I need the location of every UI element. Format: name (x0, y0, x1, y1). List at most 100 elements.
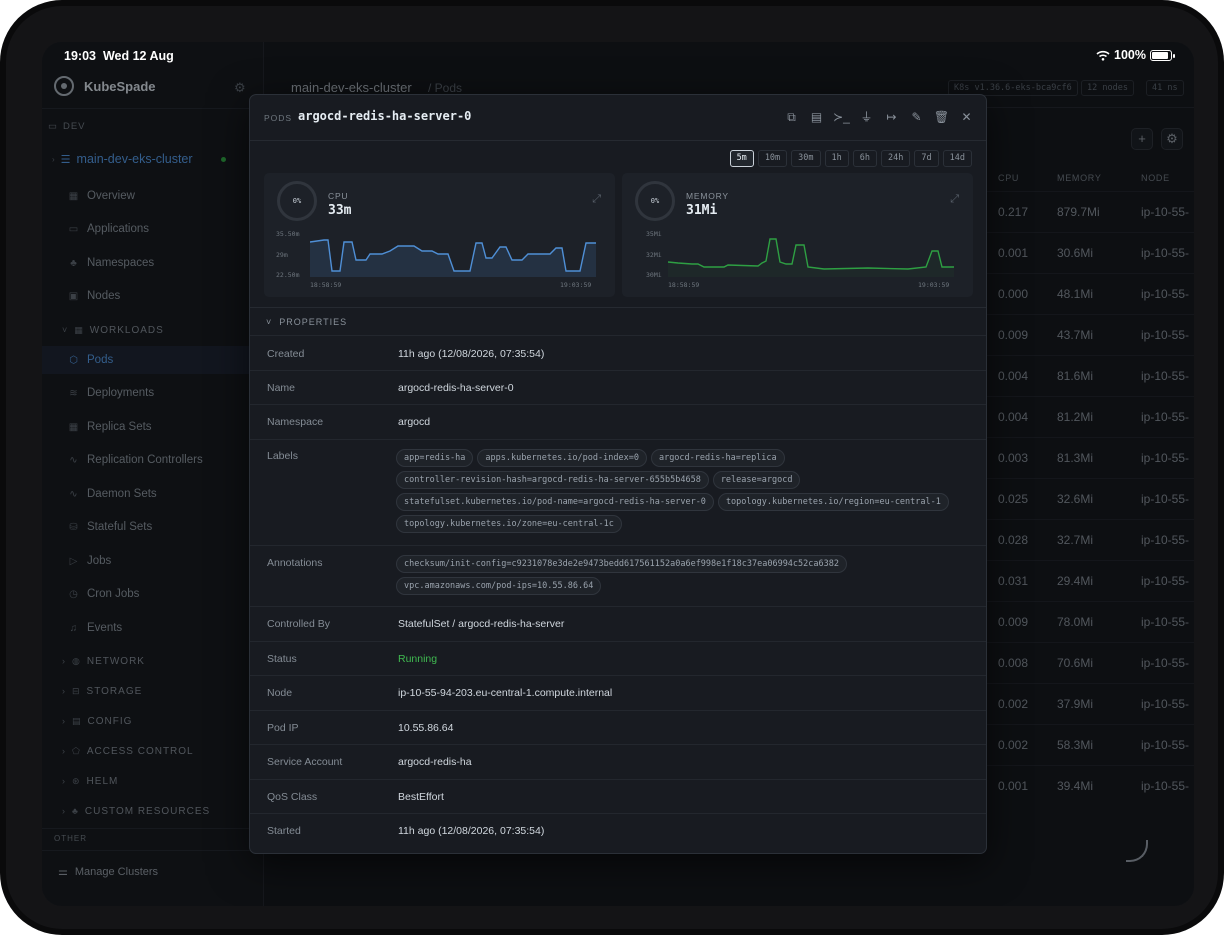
pod-title: argocd-redis-ha-server-0 (298, 109, 472, 123)
chevron-down-icon: ˅ (266, 317, 273, 327)
prop-value: argocd-redis-ha-server-0 (398, 382, 514, 394)
x-tick-start: 18:58:59 (310, 281, 342, 289)
cpu-value: 33m (328, 203, 352, 218)
controlled-by-link[interactable]: StatefulSet / argocd-redis-ha-server (398, 618, 564, 630)
cpu-label: CPU (328, 191, 349, 201)
status-right: 100% (1096, 48, 1175, 62)
terminal-icon[interactable]: ≻_ (832, 108, 851, 127)
prop-status: Status Running (250, 641, 986, 675)
properties-toggle[interactable]: ˅ PROPERTIES (266, 317, 347, 327)
range-10m[interactable]: 10m (757, 150, 788, 167)
battery-icon (1150, 49, 1175, 61)
prop-value: argocd (398, 416, 431, 428)
annotation-chip: vpc.amazonaws.com/pod-ips=10.55.86.64 (396, 577, 602, 595)
label-chip: statefulset.kubernetes.io/pod-name=argoc… (396, 493, 714, 511)
x-tick-end: 19:03:59 (918, 281, 950, 289)
prop-value: 11h ago (12/08/2026, 07:35:54) (398, 825, 545, 837)
memory-value: 31Mi (686, 203, 718, 218)
y-tick: 35Mi (646, 230, 662, 238)
range-1h[interactable]: 1h (824, 150, 849, 167)
y-tick: 32Mi (646, 251, 662, 259)
properties-label: PROPERTIES (279, 317, 348, 327)
close-icon[interactable]: ✕ (957, 108, 976, 127)
prop-namespace: Namespace argocd (250, 404, 986, 439)
pod-detail-modal: PODS argocd-redis-ha-server-0 ⧉ ▤ ≻_ ⏚ ↦… (249, 94, 987, 854)
expand-icon[interactable]: ⤢ (950, 193, 959, 206)
annotation-chip: checksum/init-config=c9231078e3de2e9473b… (396, 555, 847, 573)
label-chip: controller-revision-hash=argocd-redis-ha… (396, 471, 709, 489)
node-link[interactable]: ip-10-55-94-203.eu-central-1.compute.int… (398, 687, 612, 699)
label-chip: apps.kubernetes.io/pod-index=0 (477, 449, 647, 467)
cpu-gauge: 0% (277, 181, 317, 221)
label-chip: argocd-redis-ha=replica (650, 449, 785, 467)
prop-value: BestEffort (398, 791, 444, 803)
wifi-icon (1096, 50, 1110, 61)
memory-metric-card: 0% MEMORY 31Mi ⤢ 35Mi 32Mi 30Mi 18:58:59… (622, 173, 973, 297)
copy-icon[interactable]: ⧉ (782, 108, 801, 127)
prop-key: Node (267, 687, 293, 699)
prop-key: Status (267, 653, 297, 665)
battery-percent: 100% (1114, 48, 1146, 62)
range-30m[interactable]: 30m (791, 150, 821, 167)
prop-key: Pod IP (267, 722, 299, 734)
label-chips: app=redis-ha apps.kubernetes.io/pod-index… (396, 449, 956, 533)
y-tick: 30Mi (646, 271, 662, 279)
clock: 19:03 (64, 49, 96, 63)
label-chip: topology.kubernetes.io/zone=eu-central-1… (396, 515, 622, 533)
status-value: Running (398, 653, 438, 665)
range-14d[interactable]: 14d (942, 150, 972, 167)
x-tick-start: 18:58:59 (668, 281, 700, 289)
memory-sparkline (668, 238, 954, 277)
delete-trash-icon[interactable]: 🗑 (932, 108, 951, 127)
service-account-link[interactable]: argocd-redis-ha (398, 756, 472, 768)
prop-pod-ip: Pod IP 10.55.86.64 (250, 710, 986, 744)
memory-line (668, 238, 954, 270)
memory-label: MEMORY (686, 191, 729, 201)
time-range-selector: 5m 10m 30m 1h 6h 24h 7d 14d (729, 150, 972, 167)
resource-kind: PODS (264, 113, 293, 123)
screen: 19:03 Wed 12 Aug 100% KubeSpade ⚙ ▭ DEV ›… (42, 42, 1194, 906)
prop-key: Name (267, 382, 296, 394)
prop-key: QoS Class (267, 791, 318, 803)
prop-key: Service Account (267, 756, 343, 768)
memory-area (668, 239, 954, 277)
ipad-frame: 19:03 Wed 12 Aug 100% KubeSpade ⚙ ▭ DEV ›… (0, 0, 1224, 935)
range-6h[interactable]: 6h (852, 150, 878, 167)
prop-node: Node ip-10-55-94-203.eu-central-1.comput… (250, 675, 986, 710)
cpu-metric-card: 0% CPU 33m ⤢ 35.50m 29m 22.50m 18:58:59 … (264, 173, 615, 297)
ipad-bezel: 19:03 Wed 12 Aug 100% KubeSpade ⚙ ▭ DEV ›… (6, 6, 1218, 929)
y-tick: 22.50m (276, 271, 300, 279)
prop-value: 10.55.86.64 (398, 722, 454, 734)
divider (250, 307, 986, 308)
label-chip: topology.kubernetes.io/region=eu-central… (717, 493, 949, 511)
prop-value: 11h ago (12/08/2026, 07:35:54) (398, 348, 545, 360)
port-forward-plug-icon[interactable]: ⏚ (857, 108, 876, 127)
expand-icon[interactable]: ⤢ (592, 193, 601, 206)
status-bar: 19:03 Wed 12 Aug 100% (42, 42, 1194, 68)
range-5m[interactable]: 5m (729, 150, 754, 167)
y-tick: 35.50m (276, 230, 300, 238)
prop-key: Namespace (267, 416, 324, 428)
prop-service-account: Service Account argocd-redis-ha (250, 744, 986, 779)
prop-name: Name argocd-redis-ha-server-0 (250, 370, 986, 404)
label-chip: release=argocd (712, 471, 801, 489)
prop-key: Annotations (267, 557, 323, 569)
prop-key: Created (267, 348, 305, 360)
prop-labels: Labels app=redis-ha apps.kubernetes.io/po… (250, 439, 986, 545)
edit-pencil-icon[interactable]: ✎ (907, 108, 926, 127)
prop-key: Controlled By (267, 618, 331, 630)
logs-icon[interactable]: ▤ (807, 108, 826, 127)
prop-started: Started 11h ago (12/08/2026, 07:35:54) (250, 813, 986, 848)
prop-qos-class: QoS Class BestEffort (250, 779, 986, 813)
range-24h[interactable]: 24h (881, 150, 911, 167)
annotation-chips: checksum/init-config=c9231078e3de2e9473b… (396, 555, 956, 595)
status-time: 19:03 Wed 12 Aug (64, 49, 174, 63)
y-tick: 29m (276, 251, 288, 259)
prop-controlled-by: Controlled By StatefulSet / argocd-redis… (250, 606, 986, 641)
prop-key: Started (267, 825, 301, 837)
prop-created: Created 11h ago (12/08/2026, 07:35:54) (250, 335, 986, 370)
modal-actions: ⧉ ▤ ≻_ ⏚ ↦ ✎ 🗑 ✕ (782, 108, 976, 127)
modal-header: PODS argocd-redis-ha-server-0 ⧉ ▤ ≻_ ⏚ ↦… (250, 95, 986, 141)
range-7d[interactable]: 7d (914, 150, 939, 167)
attach-icon[interactable]: ↦ (882, 108, 901, 127)
